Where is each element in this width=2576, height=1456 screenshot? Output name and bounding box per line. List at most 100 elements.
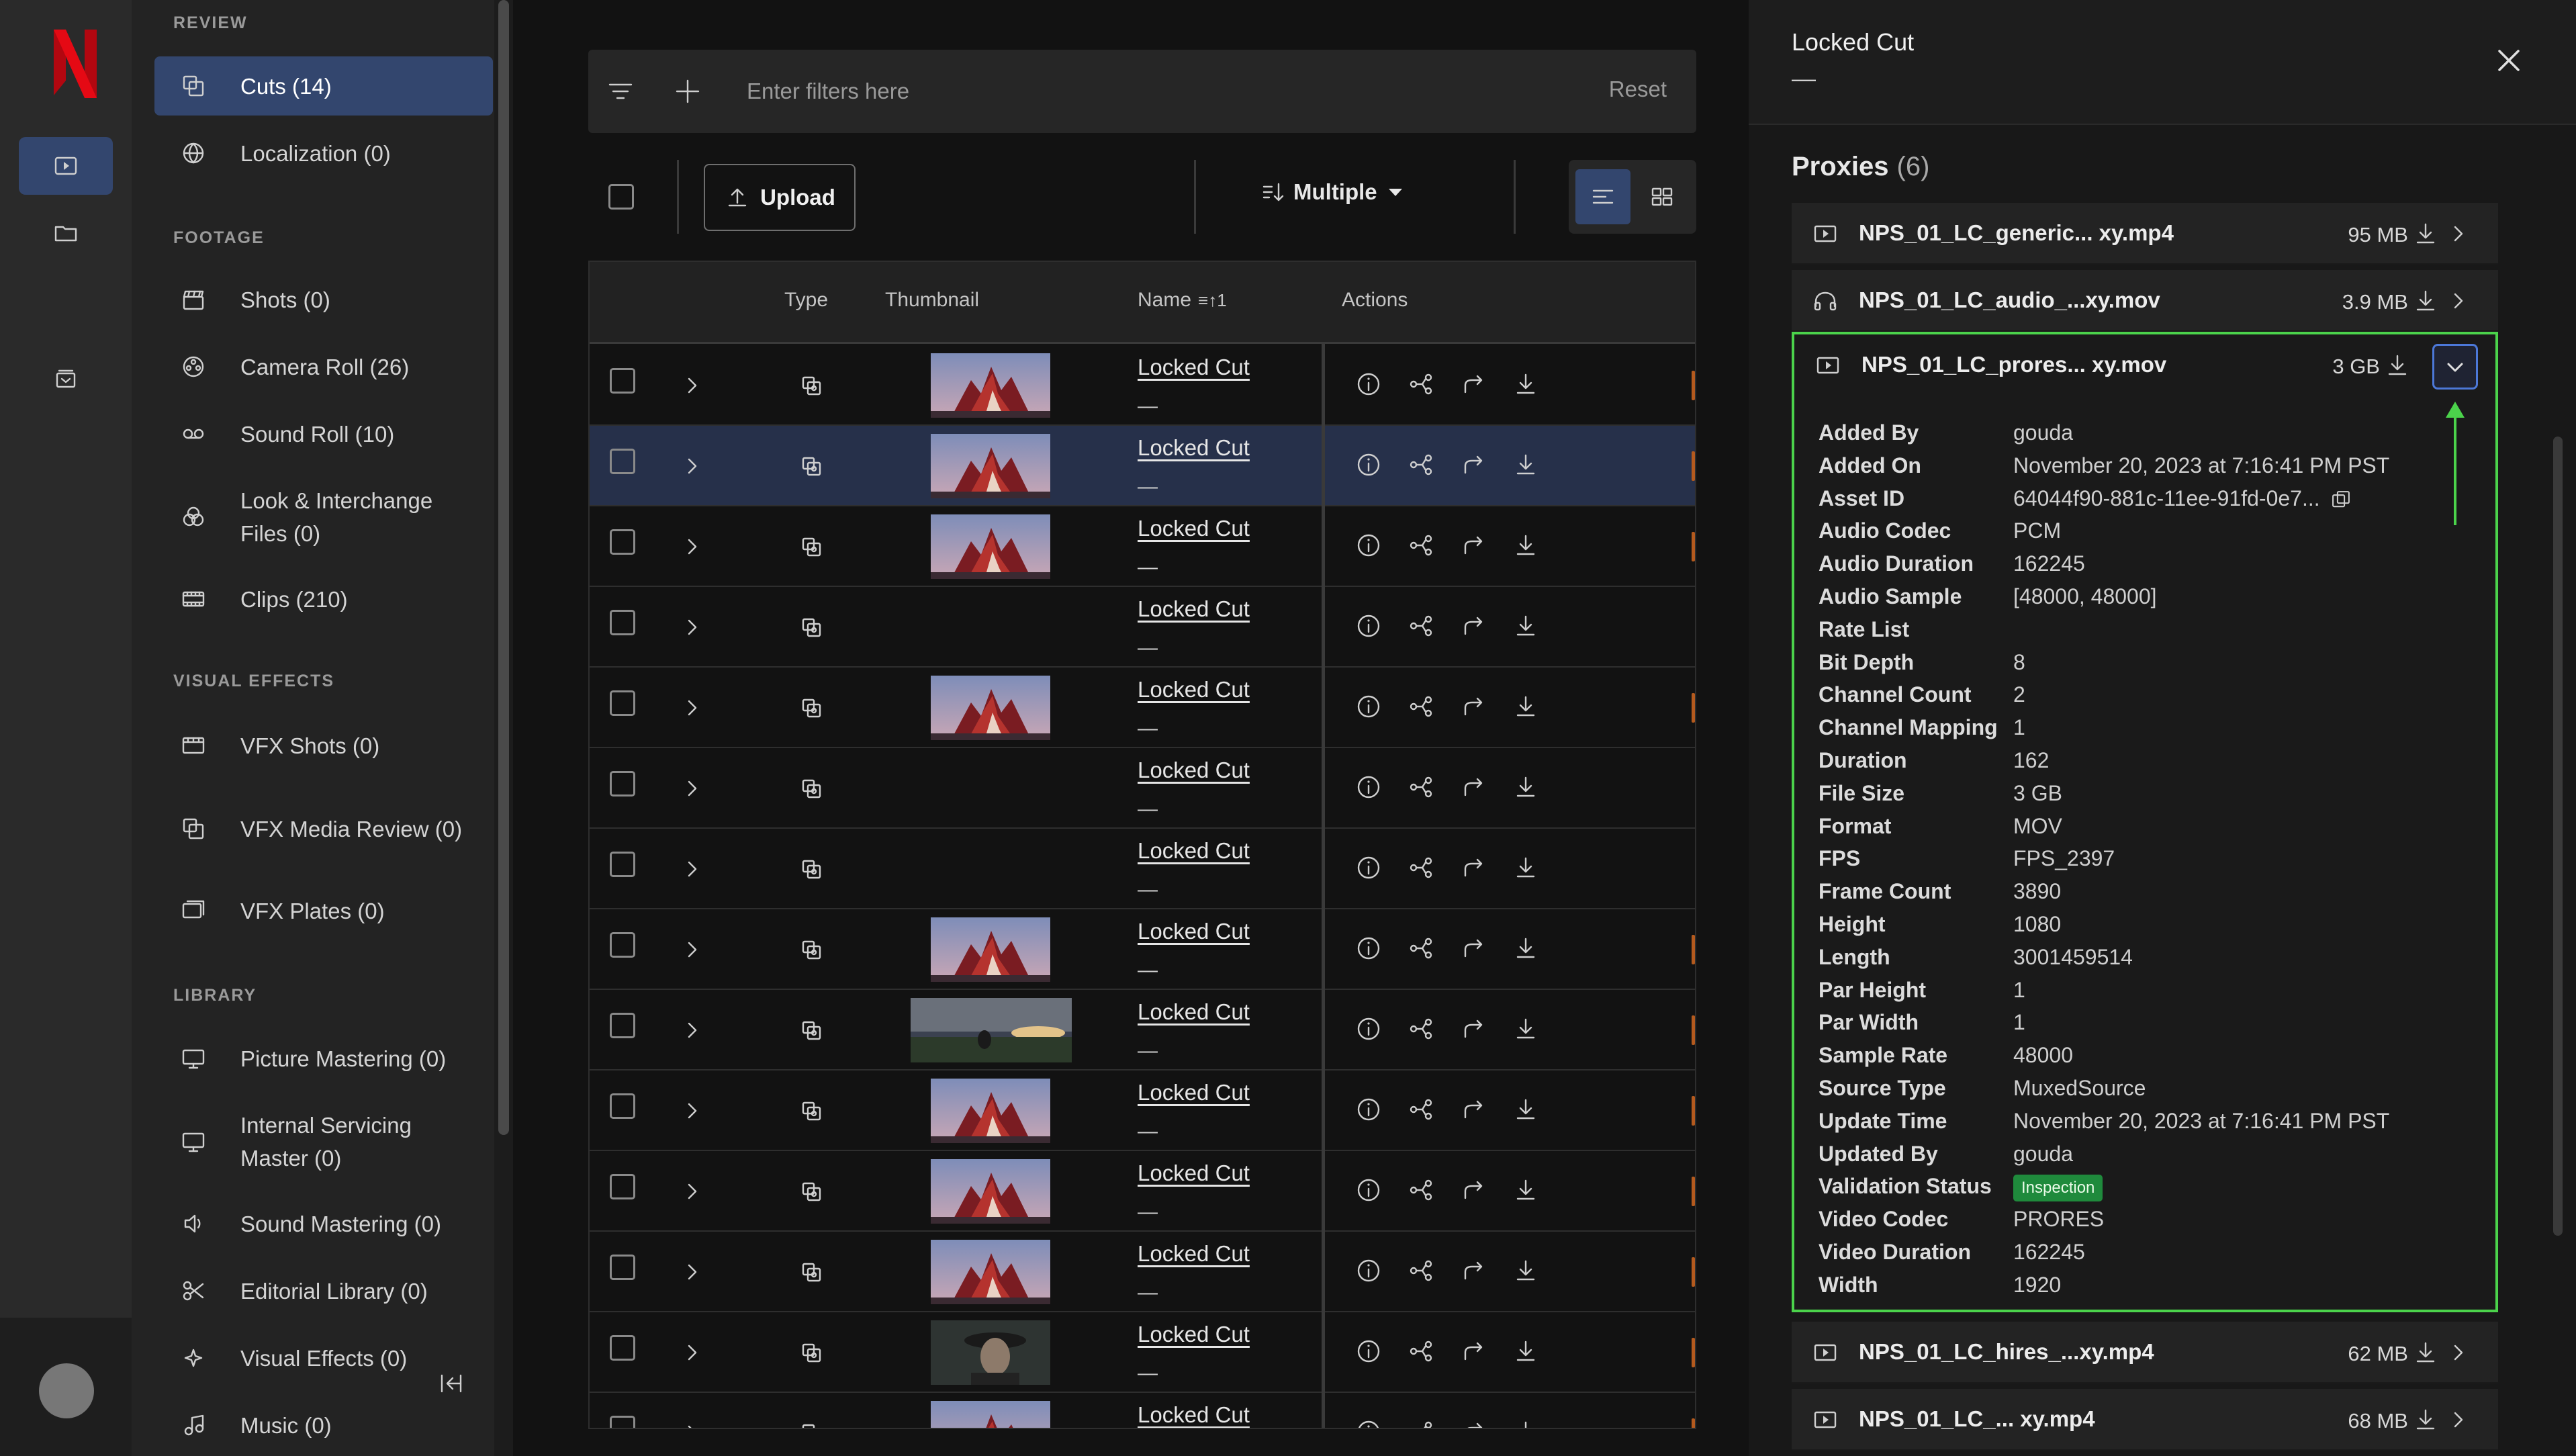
thumbnail-image[interactable] — [931, 1079, 1050, 1143]
info-icon[interactable] — [1355, 774, 1382, 801]
expand-row-chevron-icon[interactable] — [678, 1339, 705, 1366]
filter-lines-icon[interactable] — [607, 78, 634, 105]
thumbnail-image[interactable] — [931, 434, 1050, 498]
sidebar-item-vfx-media-review[interactable]: VFX Media Review (0) — [154, 788, 493, 869]
share-icon[interactable] — [1408, 693, 1434, 720]
sidebar-item-editorial-library[interactable]: Editorial Library (0) — [154, 1261, 493, 1320]
share-icon[interactable] — [1408, 1418, 1434, 1428]
forward-icon[interactable] — [1460, 371, 1487, 398]
forward-icon[interactable] — [1460, 774, 1487, 801]
table-row[interactable]: Locked Cut — — [590, 668, 1695, 748]
table-row[interactable]: Locked Cut — — [590, 426, 1695, 506]
download-icon[interactable] — [1512, 1015, 1539, 1042]
expand-row-chevron-icon[interactable] — [678, 936, 705, 963]
sidebar-item-shots[interactable]: Shots (0) — [154, 270, 493, 329]
cut-name-link[interactable]: Locked Cut — [1138, 1322, 1250, 1347]
share-icon[interactable] — [1408, 935, 1434, 962]
forward-icon[interactable] — [1460, 1015, 1487, 1042]
share-icon[interactable] — [1408, 1257, 1434, 1284]
download-icon[interactable] — [1512, 1177, 1539, 1203]
cut-name-link[interactable]: Locked Cut — [1138, 1161, 1250, 1186]
cut-name-link[interactable]: Locked Cut — [1138, 838, 1250, 864]
upload-button[interactable]: Upload — [704, 164, 856, 231]
share-icon[interactable] — [1408, 1177, 1434, 1203]
expand-row-chevron-icon[interactable] — [678, 1017, 705, 1044]
avatar[interactable] — [39, 1363, 94, 1418]
download-icon[interactable] — [2412, 220, 2439, 247]
row-checkbox[interactable] — [610, 771, 635, 797]
chevron-right-icon[interactable] — [2444, 287, 2471, 314]
share-icon[interactable] — [1408, 612, 1434, 639]
expand-row-chevron-icon[interactable] — [678, 775, 705, 802]
download-icon[interactable] — [1512, 774, 1539, 801]
expand-row-chevron-icon[interactable] — [678, 1420, 705, 1428]
download-icon[interactable] — [2412, 287, 2439, 314]
cut-name-link[interactable]: Locked Cut — [1138, 435, 1250, 461]
download-icon[interactable] — [2384, 352, 2411, 379]
expand-row-chevron-icon[interactable] — [678, 1178, 705, 1205]
row-checkbox[interactable] — [610, 932, 635, 958]
expand-row-chevron-icon[interactable] — [678, 453, 705, 480]
sidebar-item-camera-roll[interactable]: Camera Roll (26) — [154, 337, 493, 396]
expand-row-chevron-icon[interactable] — [678, 614, 705, 641]
forward-icon[interactable] — [1460, 854, 1487, 881]
expand-row-chevron-icon[interactable] — [678, 372, 705, 399]
cut-name-link[interactable]: Locked Cut — [1138, 677, 1250, 702]
share-icon[interactable] — [1408, 1338, 1434, 1365]
info-icon[interactable] — [1355, 1015, 1382, 1042]
sort-dropdown[interactable]: Multiple — [1260, 179, 1407, 206]
row-checkbox[interactable] — [610, 1174, 635, 1199]
forward-icon[interactable] — [1460, 451, 1487, 478]
info-icon[interactable] — [1355, 1418, 1382, 1428]
thumbnail-image[interactable] — [931, 676, 1050, 740]
row-checkbox[interactable] — [610, 610, 635, 635]
filter-input[interactable] — [747, 74, 1485, 109]
row-checkbox[interactable] — [610, 368, 635, 394]
cut-name-link[interactable]: Locked Cut — [1138, 1080, 1250, 1105]
download-icon[interactable] — [1512, 532, 1539, 559]
collapse-proxy-button[interactable] — [2432, 344, 2478, 390]
thumbnail-image[interactable] — [931, 917, 1050, 982]
cut-name-link[interactable]: Locked Cut — [1138, 999, 1250, 1025]
row-checkbox[interactable] — [610, 690, 635, 716]
sidebar-item-sound-mastering[interactable]: Sound Mastering (0) — [154, 1194, 493, 1253]
cut-name-link[interactable]: Locked Cut — [1138, 1241, 1250, 1267]
download-icon[interactable] — [2412, 1406, 2439, 1433]
rail-deliveries-button[interactable] — [19, 349, 113, 407]
download-icon[interactable] — [1512, 451, 1539, 478]
cut-name-link[interactable]: Locked Cut — [1138, 516, 1250, 541]
table-row[interactable]: Locked Cut — — [590, 1232, 1695, 1312]
table-row[interactable]: Locked Cut — — [590, 1312, 1695, 1393]
sidebar-item-localization[interactable]: Localization (0) — [154, 124, 493, 183]
proxy-item[interactable]: NPS_01_LC_hires_...xy.mp4 62 MB — [1792, 1322, 2498, 1383]
cut-name-link[interactable]: Locked Cut — [1138, 758, 1250, 783]
sidebar-item-clips[interactable]: Clips (210) — [154, 570, 493, 629]
rail-media-button[interactable] — [19, 137, 113, 195]
table-row[interactable]: Locked Cut — — [590, 1071, 1695, 1151]
proxy-item[interactable]: NPS_01_LC_... xy.mp4 68 MB — [1792, 1389, 2498, 1451]
share-icon[interactable] — [1408, 774, 1434, 801]
table-row[interactable]: Locked Cut — — [590, 748, 1695, 829]
column-header-name[interactable]: Name ≡↑1 — [1138, 289, 1227, 312]
cut-name-link[interactable]: Locked Cut — [1138, 1402, 1250, 1428]
table-row[interactable]: Locked Cut — — [590, 909, 1695, 990]
close-button[interactable] — [2494, 46, 2524, 75]
info-icon[interactable] — [1355, 612, 1382, 639]
sidebar-item-vfx-shots[interactable]: VFX Shots (0) — [154, 716, 493, 775]
sidebar-item-sound-roll[interactable]: Sound Roll (10) — [154, 404, 493, 463]
info-icon[interactable] — [1355, 854, 1382, 881]
info-icon[interactable] — [1355, 1096, 1382, 1123]
share-icon[interactable] — [1408, 1096, 1434, 1123]
thumbnail-image[interactable] — [931, 353, 1050, 418]
column-header-type[interactable]: Type — [784, 289, 828, 312]
cut-name-link[interactable]: Locked Cut — [1138, 919, 1250, 944]
download-icon[interactable] — [1512, 612, 1539, 639]
forward-icon[interactable] — [1460, 935, 1487, 962]
table-row[interactable]: Locked Cut — — [590, 345, 1695, 426]
add-filter-icon[interactable] — [674, 78, 701, 105]
sidebar-scroll-thumb[interactable] — [498, 0, 509, 1135]
info-icon[interactable] — [1355, 693, 1382, 720]
forward-icon[interactable] — [1460, 1257, 1487, 1284]
proxy-item[interactable]: NPS_01_LC_generic... xy.mp4 95 MB — [1792, 203, 2498, 265]
expand-row-chevron-icon[interactable] — [678, 694, 705, 721]
